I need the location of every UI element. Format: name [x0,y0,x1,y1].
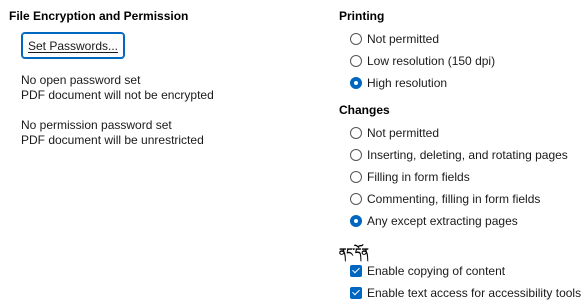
radio-button-icon[interactable] [350,149,362,161]
open-password-info: No open password set PDF document will n… [21,73,214,103]
encryption-status: PDF document will not be encrypted [21,88,214,102]
printing-heading: Printing [339,9,385,23]
changes-option-filling-form-fields[interactable]: Filling in form fields [350,169,470,185]
permission-password-info: No permission password set PDF document … [21,118,204,148]
printing-option-high-resolution[interactable]: High resolution [350,75,447,91]
option-label: Low resolution (150 dpi) [367,54,496,68]
radio-button-selected-icon[interactable] [350,77,362,89]
changes-option-commenting-filling[interactable]: Commenting, filling in form fields [350,191,540,207]
option-label: Commenting, filling in form fields [367,192,541,206]
option-label: Not permitted [367,126,440,140]
option-label: Filling in form fields [367,170,470,184]
encryption-heading: File Encryption and Permission [9,9,189,23]
radio-button-selected-icon[interactable] [350,215,362,227]
restriction-status: PDF document will be unrestricted [21,133,204,147]
option-label: Inserting, deleting, and rotating pages [367,148,568,162]
checkbox-label: Enable text access for accessibility too… [367,286,582,300]
printing-option-low-resolution[interactable]: Low resolution (150 dpi) [350,53,495,69]
permission-password-status: No permission password set [21,118,172,132]
radio-button-icon[interactable] [350,193,362,205]
enable-accessibility-checkbox[interactable]: Enable text access for accessibility too… [350,285,581,301]
radio-button-icon[interactable] [350,55,362,67]
changes-heading: Changes [339,103,390,117]
enable-copying-checkbox[interactable]: Enable copying of content [350,263,505,279]
open-password-status: No open password set [21,73,141,87]
option-label: High resolution [367,76,448,90]
checkbox-checked-icon[interactable] [350,265,362,277]
checkbox-checked-icon[interactable] [350,287,362,299]
radio-button-icon[interactable] [350,171,362,183]
set-passwords-label: Set Passwords... [27,38,119,53]
set-passwords-button[interactable]: Set Passwords... [21,32,125,59]
printing-option-not-permitted[interactable]: Not permitted [350,31,439,47]
changes-option-inserting-deleting-rotating[interactable]: Inserting, deleting, and rotating pages [350,147,568,163]
radio-button-icon[interactable] [350,33,362,45]
radio-button-icon[interactable] [350,127,362,139]
checkbox-label: Enable copying of content [367,264,506,278]
option-label: Not permitted [367,32,440,46]
option-label: Any except extracting pages [367,214,518,228]
changes-option-not-permitted[interactable]: Not permitted [350,125,439,141]
changes-option-any-except-extracting[interactable]: Any except extracting pages [350,213,518,229]
